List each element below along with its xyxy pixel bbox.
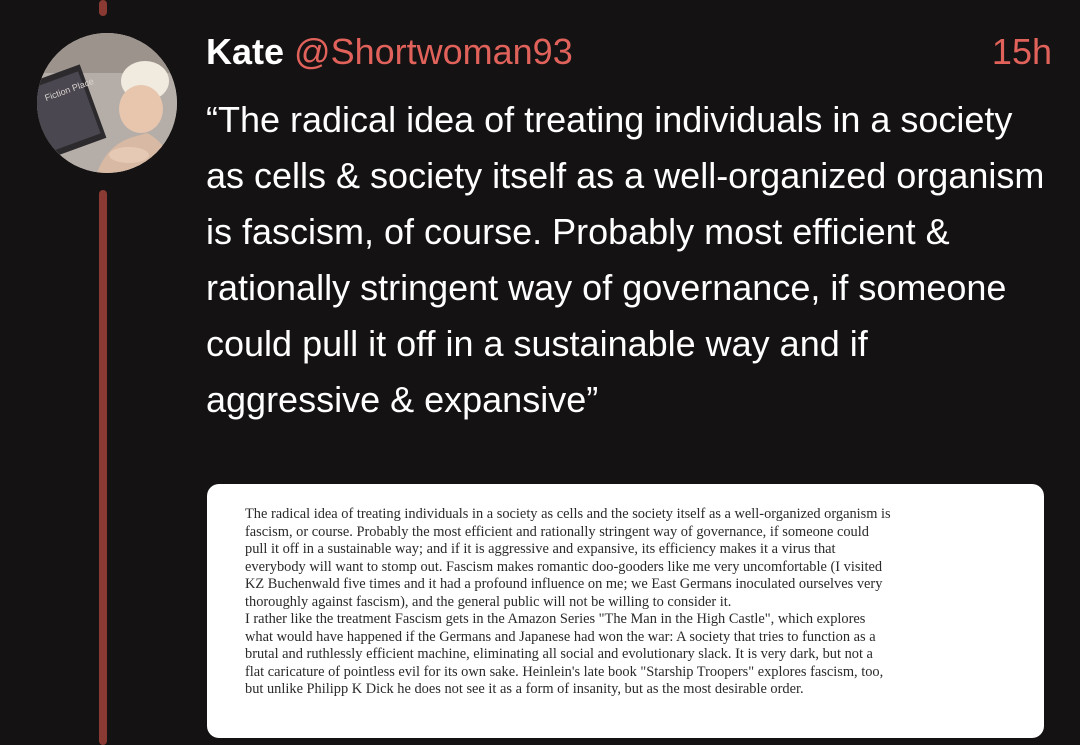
document-line: flat caricature of pointless evil for it… — [245, 663, 884, 680]
document-line: I rather like the treatment Fascism gets… — [245, 611, 866, 627]
document-line: thoroughly against fascism), and the gen… — [245, 593, 732, 610]
document-line: pull it off in a sustainable way; and if… — [245, 541, 836, 557]
document-line: fascism, or course. Probably the most ef… — [245, 523, 869, 540]
thread-line-top — [99, 0, 107, 16]
attached-document-text: The radical idea of treating individuals… — [245, 506, 1020, 699]
author-name[interactable]: Kate — [206, 31, 284, 72]
avatar[interactable]: Fiction Place — [37, 33, 177, 173]
tweet-header: Kate @Shortwoman93 15h — [206, 30, 1052, 74]
document-line: what would have happened if the Germans … — [245, 628, 876, 645]
thread-line — [99, 190, 107, 745]
author-handle[interactable]: @Shortwoman93 — [294, 31, 573, 72]
document-line: The radical idea of treating individuals… — [245, 506, 891, 522]
avatar-image: Fiction Place — [37, 33, 177, 173]
tweet-text: “The radical idea of treating individual… — [206, 99, 1045, 420]
document-line: everybody will want to stomp out. Fascis… — [245, 558, 883, 575]
document-line: but unlike Philipp K Dick he does not se… — [245, 681, 804, 697]
attached-image[interactable]: The radical idea of treating individuals… — [207, 484, 1044, 738]
document-line: brutal and ruthlessly efficient machine,… — [245, 646, 873, 662]
timestamp[interactable]: 15h — [992, 30, 1052, 74]
document-line: KZ Buchenwald five times and it had a pr… — [245, 576, 883, 592]
